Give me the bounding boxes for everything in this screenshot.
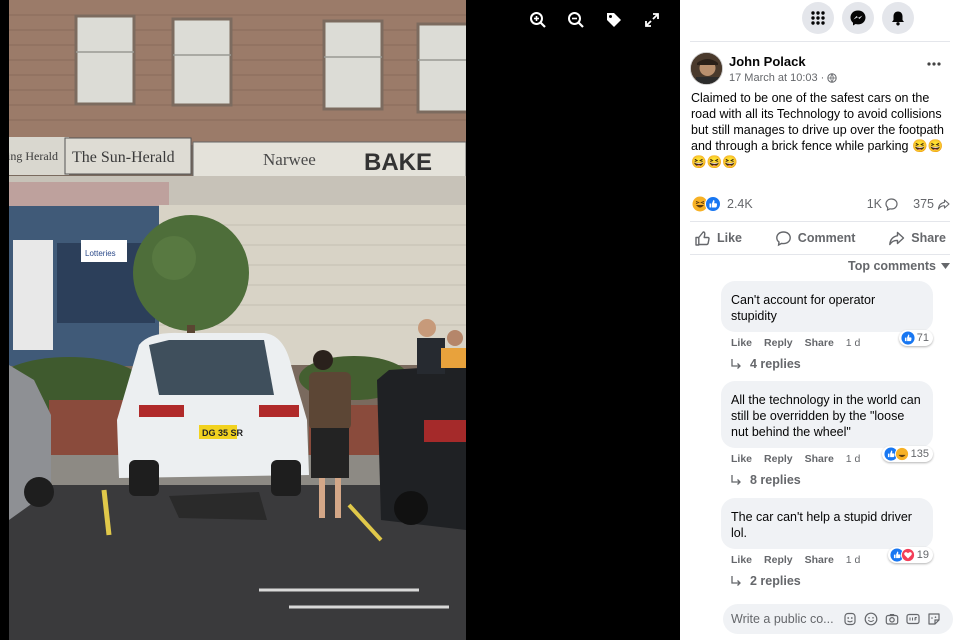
share-button[interactable]: Share xyxy=(884,226,950,250)
like-reaction-icon xyxy=(705,196,721,212)
viewer-toolbar xyxy=(528,10,662,30)
photo-viewer: ing Herald The Sun-Herald Narwee BAKE Lo… xyxy=(0,0,960,640)
comment-sort-dropdown[interactable]: Top comments xyxy=(848,259,950,273)
haha-reaction-icon xyxy=(894,447,909,461)
comment-time[interactable]: 1 d xyxy=(846,337,861,349)
comment-reactions[interactable]: 71 xyxy=(898,330,933,346)
lotteries-sign-text: Lotteries xyxy=(85,249,116,258)
gif-icon[interactable] xyxy=(905,612,920,627)
share-count-value: 375 xyxy=(913,197,934,211)
comment-like-link[interactable]: Like xyxy=(731,453,752,465)
sticker-icon[interactable] xyxy=(926,612,941,627)
messenger-icon[interactable] xyxy=(842,2,874,34)
like-reaction-icon xyxy=(901,331,915,345)
thumbs-up-icon xyxy=(695,230,710,246)
post-text: Claimed to be one of the safest cars on … xyxy=(691,91,944,169)
comment-item: Can't account for operator stupidity 71 … xyxy=(721,281,933,371)
camera-icon[interactable] xyxy=(884,612,899,627)
top-bar xyxy=(680,0,960,38)
reply-arrow-icon xyxy=(731,358,741,369)
like-button[interactable]: Like xyxy=(690,226,746,250)
avatar-sticker-icon[interactable] xyxy=(842,612,857,627)
comment-reaction-count: 135 xyxy=(910,448,929,460)
share-button-label: Share xyxy=(911,231,946,245)
sign-text-sun-herald: The Sun-Herald xyxy=(72,149,175,166)
comment-sort-label: Top comments xyxy=(848,259,936,273)
post-timestamp[interactable]: 17 March at 10:03 xyxy=(729,72,818,84)
comment-composer[interactable]: Write a public co... xyxy=(723,604,953,634)
reactions-divider xyxy=(690,221,950,222)
post-meta: 17 March at 10:03 · xyxy=(729,72,838,84)
post-header: John Polack 17 March at 10:03 · xyxy=(690,52,950,88)
comment-time[interactable]: 1 d xyxy=(846,554,861,566)
share-icon xyxy=(889,231,905,245)
sign-text-bake: BAKE xyxy=(364,149,432,176)
globe-icon xyxy=(827,73,838,83)
comment-reply-link[interactable]: Reply xyxy=(764,337,793,349)
replies-count-label: 4 replies xyxy=(750,357,801,371)
comment-time[interactable]: 1 d xyxy=(846,453,861,465)
comment-button[interactable]: Comment xyxy=(771,226,860,250)
more-options-icon[interactable] xyxy=(926,56,946,72)
reply-arrow-icon xyxy=(731,575,741,586)
fullscreen-icon[interactable] xyxy=(642,10,662,30)
bell-icon[interactable] xyxy=(882,2,914,34)
replies-count-label: 2 replies xyxy=(750,574,801,588)
view-replies-link[interactable]: 2 replies xyxy=(721,574,933,588)
zoom-in-icon[interactable] xyxy=(528,10,548,30)
comment-bubble[interactable]: Can't account for operator stupidity xyxy=(721,281,933,332)
comment-share-link[interactable]: Share xyxy=(805,453,834,465)
comment-reaction-count: 71 xyxy=(916,332,929,344)
replies-count-label: 8 replies xyxy=(750,473,801,487)
comment-reply-link[interactable]: Reply xyxy=(764,453,793,465)
comment-like-link[interactable]: Like xyxy=(731,337,752,349)
post-author[interactable]: John Polack xyxy=(729,54,806,69)
avatar[interactable] xyxy=(690,52,723,85)
sign-text-left: ing Herald xyxy=(9,149,58,163)
post-photo[interactable]: ing Herald The Sun-Herald Narwee BAKE Lo… xyxy=(9,0,466,640)
license-plate: DG 35 SR xyxy=(202,428,244,438)
comment-reactions[interactable]: 135 xyxy=(881,446,933,462)
composer-tools xyxy=(842,612,941,627)
sign-text-narwee: Narwee xyxy=(263,150,316,169)
menu-grid-icon[interactable] xyxy=(802,2,834,34)
caret-down-icon xyxy=(941,263,950,269)
photo-pane: ing Herald The Sun-Herald Narwee BAKE Lo… xyxy=(0,0,680,640)
comment-reaction-count: 19 xyxy=(916,549,929,561)
reaction-count[interactable]: 2.4K xyxy=(727,197,753,211)
comment-reply-link[interactable]: Reply xyxy=(764,554,793,566)
comment-item: The car can't help a stupid driver lol. … xyxy=(721,498,933,588)
comment-like-link[interactable]: Like xyxy=(731,554,752,566)
emoji-icon[interactable] xyxy=(863,612,878,627)
love-reaction-icon xyxy=(900,548,915,562)
actions-divider xyxy=(690,254,950,255)
reaction-icons[interactable] xyxy=(692,196,721,212)
reaction-summary: 2.4K 1K 375 xyxy=(692,195,950,213)
tag-icon[interactable] xyxy=(604,10,624,30)
comment-item: All the technology in the world can stil… xyxy=(721,381,933,487)
share-arrow-icon xyxy=(937,198,950,210)
street-scene: ing Herald The Sun-Herald Narwee BAKE Lo… xyxy=(9,0,466,640)
top-divider xyxy=(690,41,950,42)
like-button-label: Like xyxy=(717,231,743,245)
comment-bubble[interactable]: All the technology in the world can stil… xyxy=(721,381,933,448)
comment-icon xyxy=(775,230,791,246)
post-actions: Like Comment Share xyxy=(690,226,950,250)
view-replies-link[interactable]: 4 replies xyxy=(721,357,933,371)
share-count[interactable]: 375 xyxy=(913,197,950,211)
comment-share-link[interactable]: Share xyxy=(805,554,834,566)
zoom-out-icon[interactable] xyxy=(566,10,586,30)
comment-count[interactable]: 1K xyxy=(867,197,898,211)
comment-bubble-icon xyxy=(885,197,898,211)
comment-bubble[interactable]: The car can't help a stupid driver lol. xyxy=(721,498,933,549)
comment-input[interactable]: Write a public co... xyxy=(731,612,834,626)
view-replies-link[interactable]: 8 replies xyxy=(721,473,933,487)
comment-button-label: Comment xyxy=(797,231,856,245)
comment-share-link[interactable]: Share xyxy=(805,337,834,349)
post-sidebar: John Polack 17 March at 10:03 · Claimed … xyxy=(680,0,960,640)
comment-reactions[interactable]: 19 xyxy=(887,547,933,563)
comment-count-value: 1K xyxy=(866,197,882,211)
reply-arrow-icon xyxy=(731,474,741,485)
